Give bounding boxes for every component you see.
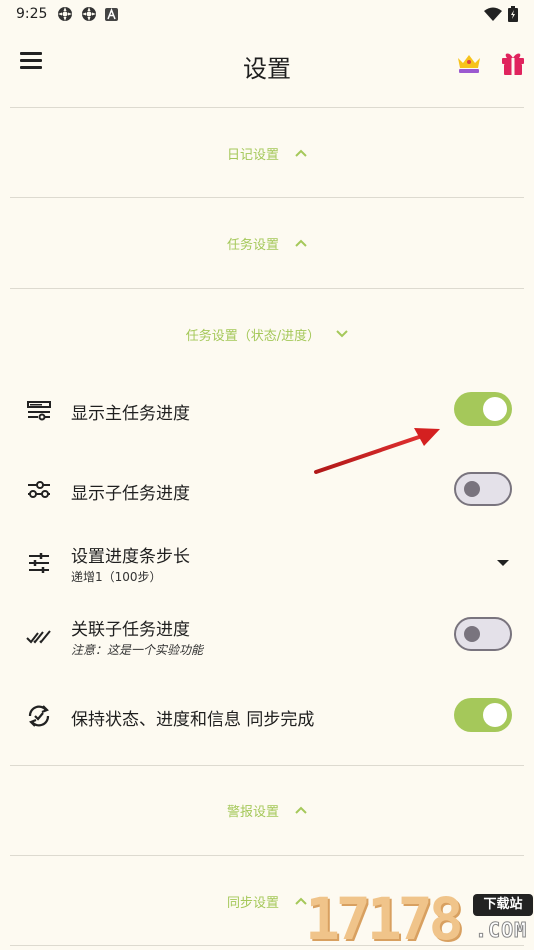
toggle-knob [464, 626, 480, 642]
setting-label: 保持状态、进度和信息 同步完成 [71, 710, 315, 730]
section-label: 任务设置 [226, 237, 279, 253]
setting-row-keep-sync[interactable]: 保持状态、进度和信息 同步完成 [0, 686, 534, 746]
section-label: 警报设置 [226, 804, 279, 820]
status-notification-icons [57, 6, 119, 22]
setting-label: 显示主任务进度 [71, 404, 190, 424]
toggle-knob [464, 481, 480, 497]
section-label: 任务设置（状态/进度） [185, 328, 321, 344]
divider [10, 288, 524, 289]
status-system-icons [484, 6, 518, 22]
watermark-domain: .COM [474, 918, 528, 943]
setting-row-show-main-progress[interactable]: 显示主任务进度 [0, 380, 534, 440]
divider [10, 765, 524, 766]
chevron-up-icon [295, 239, 307, 247]
page-title: 设置 [243, 55, 291, 83]
divider [10, 197, 524, 198]
sync-check-icon [28, 705, 50, 727]
keep-sync-toggle[interactable] [454, 698, 512, 732]
a-badge-icon [105, 7, 119, 21]
watermark-logo: 17178 下载站 .COM [305, 888, 534, 950]
sub-progress-icon [28, 481, 50, 498]
toggle-knob [483, 703, 507, 727]
section-header-diary[interactable]: 日记设置 [0, 133, 534, 173]
toggle-knob [483, 397, 507, 421]
setting-row-link-sub-progress[interactable]: 关联子任务进度 注意：这是一个实验功能 [0, 605, 534, 665]
chevron-down-icon [336, 330, 348, 338]
wifi-icon [484, 7, 502, 21]
show-main-progress-toggle[interactable] [454, 392, 512, 426]
chevron-up-icon [295, 149, 307, 157]
watermark-badge: 下载站 [473, 894, 533, 916]
progress-bar-icon [27, 401, 51, 421]
red-annotation-arrow [314, 428, 440, 474]
setting-label: 显示子任务进度 [71, 484, 190, 504]
section-header-alarm[interactable]: 警报设置 [0, 790, 534, 830]
top-app-bar: 设置 [0, 34, 534, 94]
setting-label: 设置进度条步长 [71, 547, 190, 567]
setting-label: 关联子任务进度 [71, 620, 190, 640]
status-bar: 9:25 [0, 0, 534, 28]
chevron-up-icon [295, 806, 307, 814]
section-header-task-status[interactable]: 任务设置（状态/进度） [0, 314, 534, 354]
section-label: 同步设置 [226, 895, 279, 911]
show-sub-progress-toggle[interactable] [454, 472, 512, 506]
setting-row-progress-step[interactable]: 设置进度条步长 递增1（100步） [0, 532, 534, 592]
battery-icon [508, 6, 518, 22]
status-time: 9:25 [16, 6, 48, 22]
setting-row-show-sub-progress[interactable]: 显示子任务进度 [0, 460, 534, 520]
double-check-icon [26, 630, 51, 644]
gift-icon[interactable] [500, 50, 526, 76]
section-label: 日记设置 [226, 147, 279, 163]
dropdown-arrow-icon[interactable] [497, 560, 509, 566]
divider [10, 855, 524, 856]
divider [10, 107, 524, 108]
settings-sync-icon [58, 7, 73, 21]
link-sub-progress-toggle[interactable] [454, 617, 512, 651]
crown-icon[interactable] [456, 52, 482, 74]
section-header-task[interactable]: 任务设置 [0, 223, 534, 263]
hamburger-menu-icon[interactable] [20, 52, 42, 70]
setting-sublabel: 递增1（100步） [71, 570, 162, 584]
tune-sliders-icon [29, 553, 49, 573]
settings-sync-icon [82, 7, 97, 21]
watermark-digits: 17178 [305, 885, 464, 950]
setting-sublabel: 注意：这是一个实验功能 [71, 643, 204, 657]
